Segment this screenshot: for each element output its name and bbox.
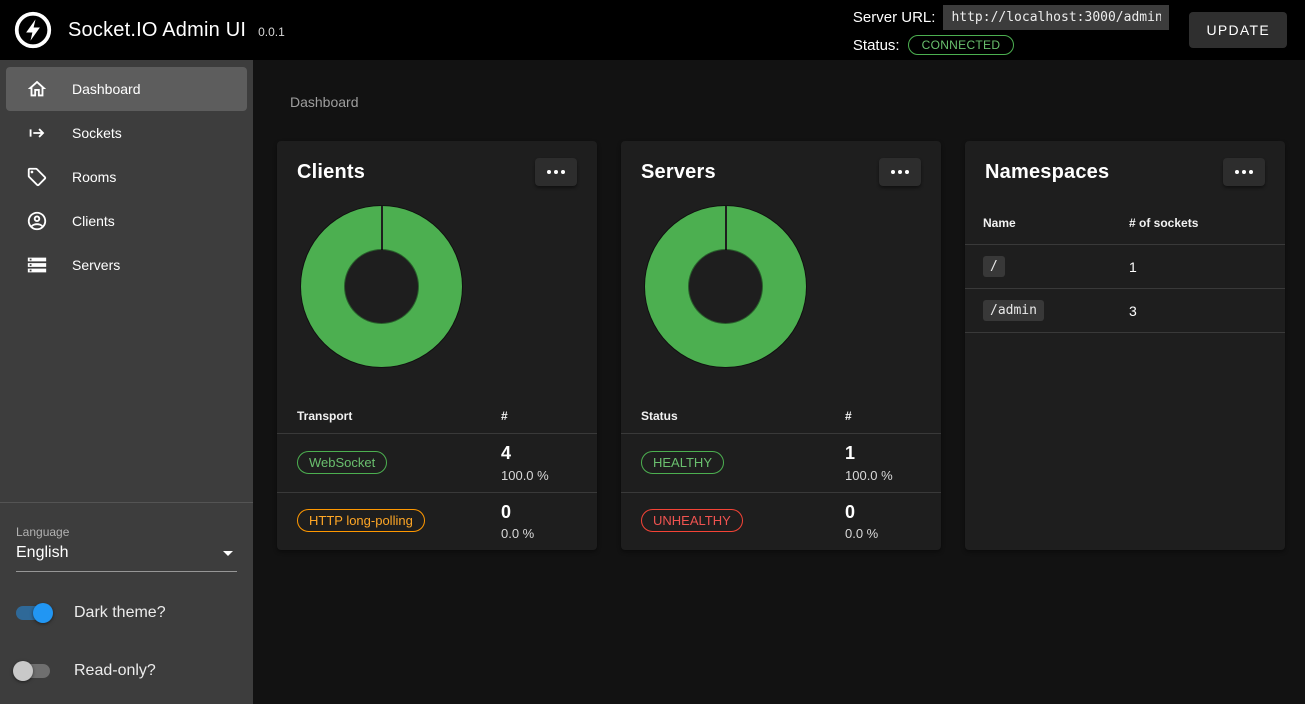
- sidebar-item-label: Rooms: [72, 169, 116, 185]
- person-circle-icon: [25, 209, 49, 233]
- sidebar-item-label: Servers: [72, 257, 120, 273]
- transport-chip: WebSocket: [297, 451, 387, 474]
- sidebar: Dashboard Sockets Rooms Clients Servers: [0, 60, 253, 704]
- sidebar-bottom: Language English Dark theme? Read-only?: [0, 502, 253, 704]
- row-value: 4: [501, 442, 597, 465]
- servers-donut-chart: [645, 206, 806, 367]
- table-row: HEALTHY 1 100.0 %: [621, 434, 941, 493]
- table-row: / 1: [965, 245, 1285, 289]
- server-url-label: Server URL:: [853, 9, 936, 26]
- table-row: HTTP long-polling 0 0.0 %: [277, 493, 597, 551]
- status-label: Status:: [853, 37, 900, 54]
- more-horizontal-icon: [547, 170, 551, 174]
- card-title: Clients: [297, 161, 365, 184]
- language-label: Language: [16, 525, 237, 539]
- namespaces-table: Name # of sockets / 1 /admin 3: [965, 197, 1285, 333]
- sidebar-item-clients[interactable]: Clients: [6, 199, 247, 243]
- app-version: 0.0.1: [258, 25, 285, 39]
- more-options-button[interactable]: [1223, 158, 1265, 186]
- sidebar-item-rooms[interactable]: Rooms: [6, 155, 247, 199]
- storage-icon: [25, 253, 49, 277]
- socketio-logo: [12, 9, 54, 51]
- more-horizontal-icon: [1235, 170, 1239, 174]
- dark-theme-label: Dark theme?: [74, 604, 166, 622]
- sidebar-item-label: Dashboard: [72, 81, 141, 97]
- read-only-toggle[interactable]: [16, 664, 50, 678]
- update-button[interactable]: UPDATE: [1189, 12, 1287, 48]
- breadcrumb: Dashboard: [290, 94, 1285, 110]
- clients-card: Clients Transport # WebSocket: [277, 141, 597, 550]
- row-percentage: 100.0 %: [845, 468, 941, 483]
- server-url-input[interactable]: [943, 5, 1169, 30]
- row-percentage: 0.0 %: [845, 526, 941, 541]
- row-value: 0: [845, 501, 941, 524]
- namespace-chip: /admin: [983, 300, 1044, 321]
- sidebar-item-servers[interactable]: Servers: [6, 243, 247, 287]
- language-select[interactable]: English: [16, 539, 237, 572]
- row-percentage: 0.0 %: [501, 526, 597, 541]
- tag-icon: [25, 165, 49, 189]
- namespaces-card: Namespaces Name # of sockets / 1: [965, 141, 1285, 550]
- row-value: 1: [845, 442, 941, 465]
- row-value: 0: [501, 501, 597, 524]
- namespace-chip: /: [983, 256, 1005, 277]
- column-header: Name: [983, 216, 1129, 230]
- column-header: #: [845, 409, 941, 423]
- toggle-thumb: [13, 661, 33, 681]
- arrow-right-icon: [25, 121, 49, 145]
- card-title: Namespaces: [985, 161, 1109, 184]
- sidebar-item-label: Sockets: [72, 125, 122, 141]
- column-header: Transport: [297, 409, 501, 423]
- column-header: # of sockets: [1129, 216, 1285, 230]
- table-row: /admin 3: [965, 289, 1285, 333]
- servers-card: Servers Status # HEALTHY: [621, 141, 941, 550]
- transport-chip: HTTP long-polling: [297, 509, 425, 532]
- toggle-thumb: [33, 603, 53, 623]
- language-value: English: [16, 544, 68, 562]
- table-row: UNHEALTHY 0 0.0 %: [621, 493, 941, 551]
- status-badge: CONNECTED: [908, 35, 1015, 55]
- table-row: WebSocket 4 100.0 %: [277, 434, 597, 493]
- status-chip: UNHEALTHY: [641, 509, 743, 532]
- app-header: Socket.IO Admin UI 0.0.1 Server URL: Sta…: [0, 0, 1305, 60]
- sidebar-item-dashboard[interactable]: Dashboard: [6, 67, 247, 111]
- chevron-down-icon: [223, 551, 233, 556]
- clients-table: Transport # WebSocket 4 100.0 % HTTP lon…: [277, 398, 597, 550]
- home-icon: [25, 77, 49, 101]
- socket-count: 3: [1129, 303, 1285, 319]
- sidebar-item-label: Clients: [72, 213, 115, 229]
- more-horizontal-icon: [891, 170, 895, 174]
- column-header: #: [501, 409, 597, 423]
- socket-count: 1: [1129, 259, 1285, 275]
- dark-theme-toggle[interactable]: [16, 606, 50, 620]
- more-options-button[interactable]: [535, 158, 577, 186]
- card-title: Servers: [641, 161, 716, 184]
- status-chip: HEALTHY: [641, 451, 724, 474]
- row-percentage: 100.0 %: [501, 468, 597, 483]
- clients-donut-chart: [301, 206, 462, 367]
- more-options-button[interactable]: [879, 158, 921, 186]
- servers-table: Status # HEALTHY 1 100.0 % UNHEALTHY 0: [621, 398, 941, 550]
- column-header: Status: [641, 409, 845, 423]
- main-content: Dashboard Clients Transport #: [253, 60, 1305, 704]
- app-title: Socket.IO Admin UI: [68, 19, 246, 42]
- read-only-label: Read-only?: [74, 662, 156, 680]
- sidebar-item-sockets[interactable]: Sockets: [6, 111, 247, 155]
